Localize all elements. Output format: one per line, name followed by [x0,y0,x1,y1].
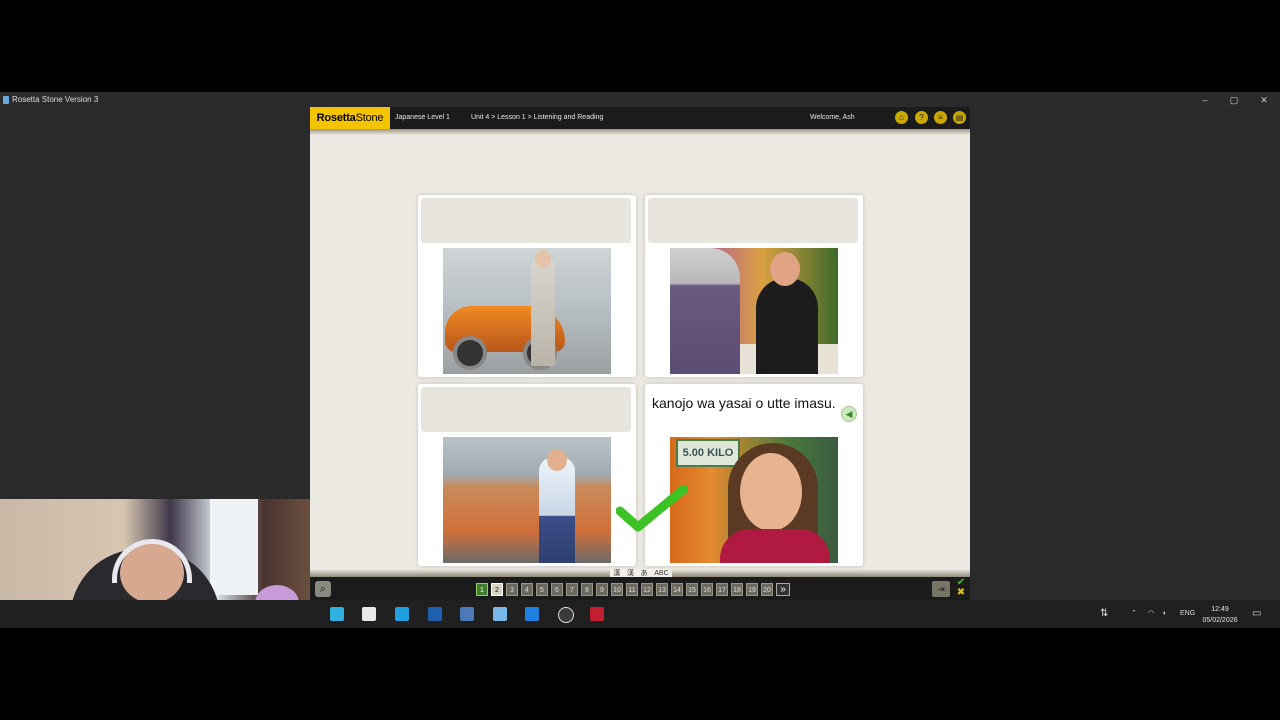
header-shadow [310,129,970,135]
price-sign: 5.00 KILO [676,439,740,467]
home-icon[interactable]: ⌂ [895,111,908,124]
exit-door-icon[interactable]: ⇥ [932,581,950,597]
pager-button-17[interactable]: 17 [716,583,728,596]
rosetta-stone-logo: RosettaStone [310,107,390,129]
taskbar-network-icon[interactable] [460,607,474,621]
taskbar-photos-icon[interactable] [395,607,409,621]
pager-button-11[interactable]: 11 [626,583,638,596]
pager-button-7[interactable]: 7 [566,583,578,596]
magnifier-icon[interactable]: ⌕ [315,581,331,597]
pager-button-15[interactable]: 15 [686,583,698,596]
pager-button-1[interactable]: 1 [476,583,488,596]
rosetta-app: RosettaStone Japanese Level 1 Unit 4 > L… [310,107,970,601]
caption-placeholder [421,198,631,243]
pager-button-14[interactable]: 14 [671,583,683,596]
answer-card-2[interactable] [645,195,863,377]
clock-time: 12:49 [1211,606,1229,613]
app-icon [3,96,9,104]
answer-card-4[interactable]: kanojo wa yasai o utte imasu. ◀ 5.00 KIL… [645,384,863,566]
caption-placeholder [421,387,631,432]
tray-volume-icon[interactable]: ◖ [1162,600,1166,628]
minimize-button[interactable]: – [1190,92,1220,108]
correct-check-icon [616,485,688,532]
taskbar-word-icon[interactable] [525,607,539,621]
taskbar-mail-icon[interactable] [330,607,344,621]
pager-button-13[interactable]: 13 [656,583,668,596]
window-title: Rosetta Stone Version 3 [12,95,99,104]
pager-button-2[interactable]: 2 [491,583,503,596]
pager-button-5[interactable]: 5 [536,583,548,596]
welcome-text: Welcome, Ash [810,114,855,121]
close-button[interactable]: ✕ [1249,92,1279,108]
pager-button-4[interactable]: 4 [521,583,533,596]
photo-flower-shop [670,248,838,374]
taskbar-rosetta-icon[interactable] [493,607,507,621]
pager-button-19[interactable]: 19 [746,583,758,596]
tray-network-icon[interactable]: ⇅ [1100,600,1108,628]
photo-man-with-car [443,248,611,374]
taskbar-obs-icon[interactable] [558,607,574,623]
notifications-icon[interactable]: ▭ [1252,600,1261,628]
options-icon[interactable]: ▤ [953,111,966,124]
pager-button-3[interactable]: 3 [506,583,518,596]
tray-wifi-icon[interactable]: ◠ [1148,600,1154,628]
system-clock[interactable]: 12:49 05/02/2026 [1198,604,1242,626]
window-titlebar[interactable]: Rosetta Stone Version 3 – ▢ ✕ [0,92,1280,108]
taskbar-folder-icon[interactable] [362,607,376,621]
speaker-icon[interactable]: ◀ [841,406,857,422]
help-icon[interactable]: ? [915,111,928,124]
photo-fruit-stand [443,437,611,563]
pager-next-button[interactable]: » [776,583,790,596]
pager-button-20[interactable]: 20 [761,583,773,596]
pager-button-18[interactable]: 18 [731,583,743,596]
pager-button-10[interactable]: 10 [611,583,623,596]
answer-card-1[interactable] [418,195,636,377]
breadcrumb[interactable]: Unit 4 > Lesson 1 > Listening and Readin… [471,107,603,129]
taskbar-terminal-icon[interactable] [428,607,442,621]
tray-chevron-up-icon[interactable]: ⌃ [1131,600,1137,628]
app-header: RosettaStone Japanese Level 1 Unit 4 > L… [310,107,970,129]
clock-date: 05/02/2026 [1202,617,1238,624]
course-name: Japanese Level 1 [395,114,450,121]
answer-caption: kanojo wa yasai o utte imasu. [652,395,836,411]
answer-card-3[interactable] [418,384,636,566]
menu-icon[interactable]: ≡ [934,111,947,124]
pager-button-16[interactable]: 16 [701,583,713,596]
pager-button-6[interactable]: 6 [551,583,563,596]
score-indicator: ✔ ✖ [955,578,967,598]
pager-button-8[interactable]: 8 [581,583,593,596]
photo-vegetable-market: 5.00 KILO [670,437,838,563]
taskbar: ⇅ ⌃ ◠ ◖ ENG ▭ [0,600,1280,628]
language-indicator[interactable]: ENG [1180,600,1195,628]
incorrect-mark-icon: ✖ [956,587,966,598]
caption-placeholder [648,198,858,243]
pager-button-12[interactable]: 12 [641,583,653,596]
taskbar-video-icon[interactable] [590,607,604,621]
screen-pager: 1 2 3 4 5 6 7 8 9 10 11 12 13 14 15 16 17 18 19 20» [476,583,790,597]
maximize-button[interactable]: ▢ [1219,92,1249,108]
pager-button-9[interactable]: 9 [596,583,608,596]
